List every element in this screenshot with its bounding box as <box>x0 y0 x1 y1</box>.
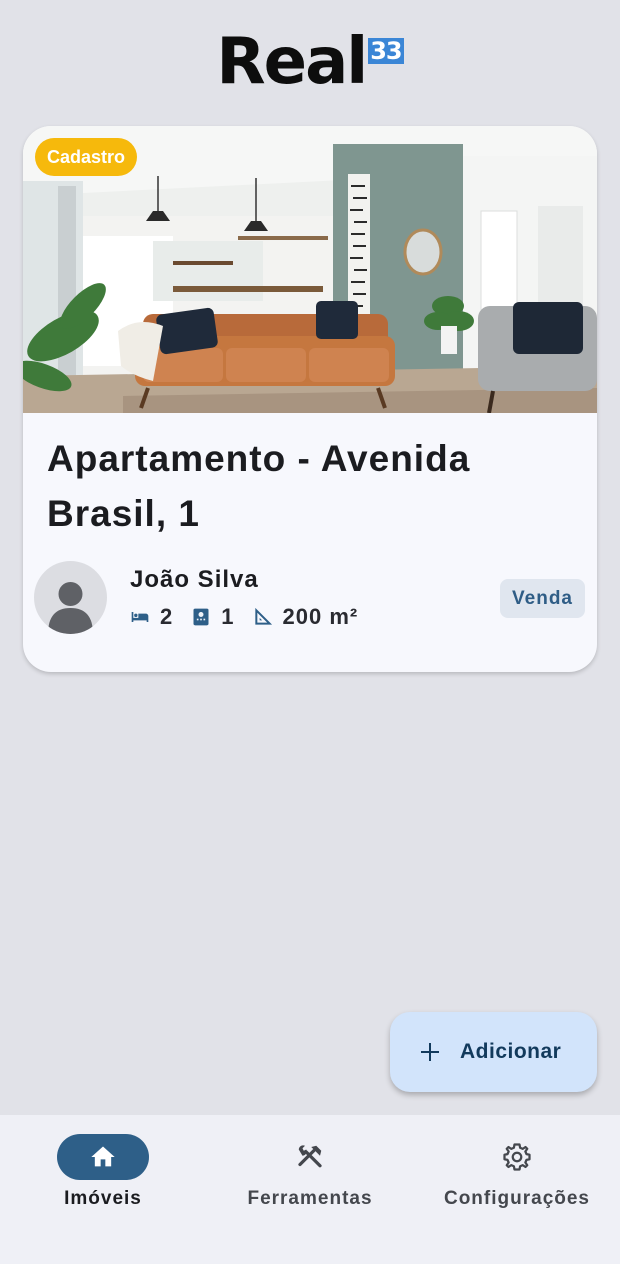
nav-label-ferramentas: Ferramentas <box>247 1188 373 1209</box>
area-icon <box>254 607 272 625</box>
nav-item-configuracoes[interactable]: Configurações <box>414 1134 620 1214</box>
plus-icon <box>421 1043 439 1061</box>
gear-icon <box>503 1143 531 1171</box>
bottom-navigation: Imóveis Ferramentas Configurações <box>0 1115 620 1264</box>
logo-badge: 33 <box>368 37 404 65</box>
app-logo: Real 33 <box>0 25 620 99</box>
home-icon <box>91 1146 115 1167</box>
property-stats: 2 1 200 m² <box>130 602 376 632</box>
bed-icon <box>131 612 149 622</box>
property-title: Apartamento - Avenida Brasil, 1 <box>47 438 471 534</box>
nav-item-imoveis[interactable]: Imóveis <box>0 1134 206 1214</box>
avatar <box>34 561 107 634</box>
area-value: 200 m² <box>282 604 359 629</box>
owner-name: João Silva <box>130 566 259 593</box>
nav-label-configuracoes: Configurações <box>443 1188 591 1209</box>
bathroom-icon <box>193 608 209 626</box>
nav-item-ferramentas[interactable]: Ferramentas <box>207 1134 413 1214</box>
status-badge: Cadastro <box>35 138 138 176</box>
logo-text: Real <box>216 25 368 99</box>
nav-label-imoveis: Imóveis <box>64 1188 142 1209</box>
bathrooms-count: 1 <box>221 604 235 629</box>
listing-type-tag: Venda <box>500 579 585 618</box>
property-card[interactable]: Cadastro Apartamento - Avenida Brasil, 1… <box>23 126 597 672</box>
bedrooms-count: 2 <box>160 604 174 629</box>
person-icon <box>48 582 93 634</box>
nav-indicator <box>57 1134 149 1180</box>
add-button-label: Adicionar <box>460 1040 562 1063</box>
add-button[interactable]: Adicionar <box>390 1012 597 1092</box>
tools-icon <box>298 1145 322 1168</box>
